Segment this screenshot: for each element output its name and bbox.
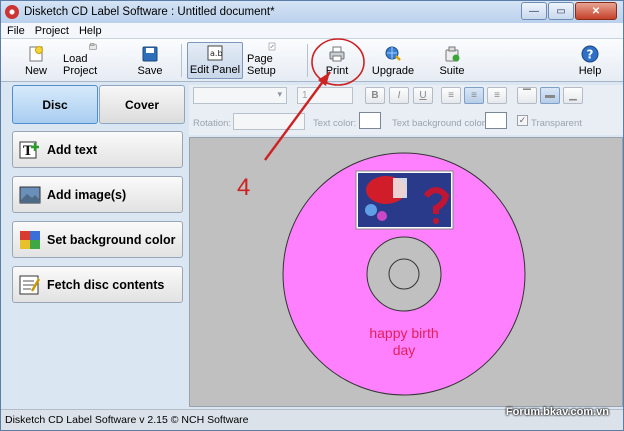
bold-button[interactable]: B <box>365 87 385 104</box>
svg-text:?: ? <box>587 48 594 62</box>
text-color-swatch[interactable] <box>359 112 381 129</box>
help-button[interactable]: ? Help <box>577 42 603 79</box>
valign-bottom-button[interactable]: ▁ <box>563 87 583 104</box>
text-properties-bar: ▾ 1 B I U ≡ ≡ ≡ ▔ ▬ ▁ Rotation: Text col… <box>189 85 623 135</box>
printer-icon <box>329 46 345 62</box>
suite-label: Suite <box>439 65 465 77</box>
add-text-button[interactable]: T Add text <box>12 131 183 168</box>
fetch-list-icon <box>19 275 41 294</box>
upgrade-label: Upgrade <box>371 65 415 77</box>
menu-file[interactable]: File <box>7 25 25 37</box>
minimize-button[interactable]: — <box>521 2 547 20</box>
menu-bar: File Project Help <box>1 23 623 39</box>
text-background-color-label: Text background color: <box>392 118 488 129</box>
transparent-checkbox[interactable]: ✓ <box>517 115 528 126</box>
save-button[interactable]: Save <box>135 42 165 79</box>
font-size-input[interactable]: 1 <box>297 87 353 104</box>
page-setup-button[interactable]: Page Setup <box>247 42 297 79</box>
disc-label-text-line2[interactable]: day <box>393 342 416 358</box>
fetch-disc-contents-button[interactable]: Fetch disc contents <box>12 266 183 303</box>
design-canvas[interactable]: happy birth day <box>189 137 623 407</box>
tab-disc[interactable]: Disc <box>12 85 98 124</box>
italic-button[interactable]: I <box>389 87 409 104</box>
edit-panel-icon: a.b <box>207 45 223 61</box>
edit-panel-label: Edit Panel <box>189 64 241 76</box>
font-size-value: 1 <box>302 90 308 101</box>
app-window: Disketch CD Label Software : Untitled do… <box>0 0 624 431</box>
color-grid-icon <box>20 230 40 249</box>
rotation-input[interactable] <box>233 113 305 130</box>
folder-open-icon <box>89 43 97 50</box>
add-images-button[interactable]: Add image(s) <box>12 176 183 213</box>
text-color-label: Text color: <box>313 118 357 129</box>
text-background-color-swatch[interactable] <box>485 112 507 129</box>
floppy-disk-icon <box>142 46 158 62</box>
disc-label-text-line1[interactable]: happy birth <box>369 325 438 341</box>
underline-button[interactable]: U <box>413 87 433 104</box>
upgrade-globe-icon <box>385 46 401 61</box>
load-project-label: Load Project <box>63 53 98 77</box>
page-setup-label: Page Setup <box>247 53 276 77</box>
toolbar: New Load Project Save a.b Edit Panel Pag… <box>1 39 623 82</box>
align-center-button[interactable]: ≡ <box>464 87 484 104</box>
font-family-select[interactable]: ▾ <box>193 87 287 104</box>
menu-help[interactable]: Help <box>79 25 102 37</box>
maximize-button[interactable]: ▭ <box>548 2 574 20</box>
print-button[interactable]: Print <box>321 42 353 79</box>
align-center-icon: ≡ <box>471 90 477 101</box>
svg-text:a.b: a.b <box>210 49 223 58</box>
menu-project[interactable]: Project <box>35 25 69 37</box>
align-left-icon: ≡ <box>448 90 454 101</box>
transparent-label: Transparent <box>531 118 582 129</box>
valign-middle-button[interactable]: ▬ <box>540 87 560 104</box>
chevron-down-icon: ▾ <box>277 89 282 99</box>
disc-center-hole <box>388 258 420 290</box>
suite-icon <box>445 46 460 62</box>
set-background-color-button[interactable]: Set background color <box>12 221 183 258</box>
new-label: New <box>24 65 47 77</box>
help-label: Help <box>578 65 602 77</box>
upgrade-button[interactable]: Upgrade <box>371 42 415 79</box>
add-images-label: Add image(s) <box>47 187 127 202</box>
valign-bottom-icon: ▁ <box>569 90 577 101</box>
window-controls: — ▭ ✕ <box>521 2 617 20</box>
rotation-label: Rotation: <box>193 118 232 129</box>
valign-top-icon: ▔ <box>523 90 531 101</box>
new-document-icon <box>29 46 43 62</box>
page-setup-icon <box>268 42 276 51</box>
fetch-disc-contents-label: Fetch disc contents <box>47 277 165 292</box>
disc-app-icon <box>5 5 19 19</box>
new-button[interactable]: New <box>21 42 51 79</box>
save-label: Save <box>137 65 163 77</box>
image-icon <box>19 186 41 203</box>
tab-cover[interactable]: Cover <box>99 85 185 124</box>
align-right-button[interactable]: ≡ <box>487 87 507 104</box>
close-button[interactable]: ✕ <box>575 2 617 20</box>
help-question-icon: ? <box>581 45 599 63</box>
left-panel: Disc Cover T Add text Add image(s) Set b… <box>9 85 185 407</box>
align-left-button[interactable]: ≡ <box>441 87 461 104</box>
add-text-icon: T <box>19 141 39 159</box>
title-bar: Disketch CD Label Software : Untitled do… <box>1 1 623 23</box>
watermark: Forum.bkav.com.vn <box>505 406 609 418</box>
window-title: Disketch CD Label Software : Untitled do… <box>24 6 275 18</box>
load-project-button[interactable]: Load Project <box>63 42 123 79</box>
add-text-label: Add text <box>47 142 97 157</box>
toolbar-separator <box>307 44 308 77</box>
valign-middle-icon: ▬ <box>545 90 555 101</box>
print-label: Print <box>325 65 349 77</box>
status-text: Disketch CD Label Software v 2.15 © NCH … <box>5 414 249 426</box>
disc-preview: happy birth day <box>282 152 526 396</box>
valign-top-button[interactable]: ▔ <box>517 87 537 104</box>
align-right-icon: ≡ <box>494 90 500 101</box>
toolbar-separator <box>181 44 182 77</box>
birthday-image[interactable] <box>355 170 454 230</box>
set-background-label: Set background color <box>47 232 176 247</box>
edit-panel-button[interactable]: a.b Edit Panel <box>187 42 243 79</box>
suite-button[interactable]: Suite <box>437 42 467 79</box>
